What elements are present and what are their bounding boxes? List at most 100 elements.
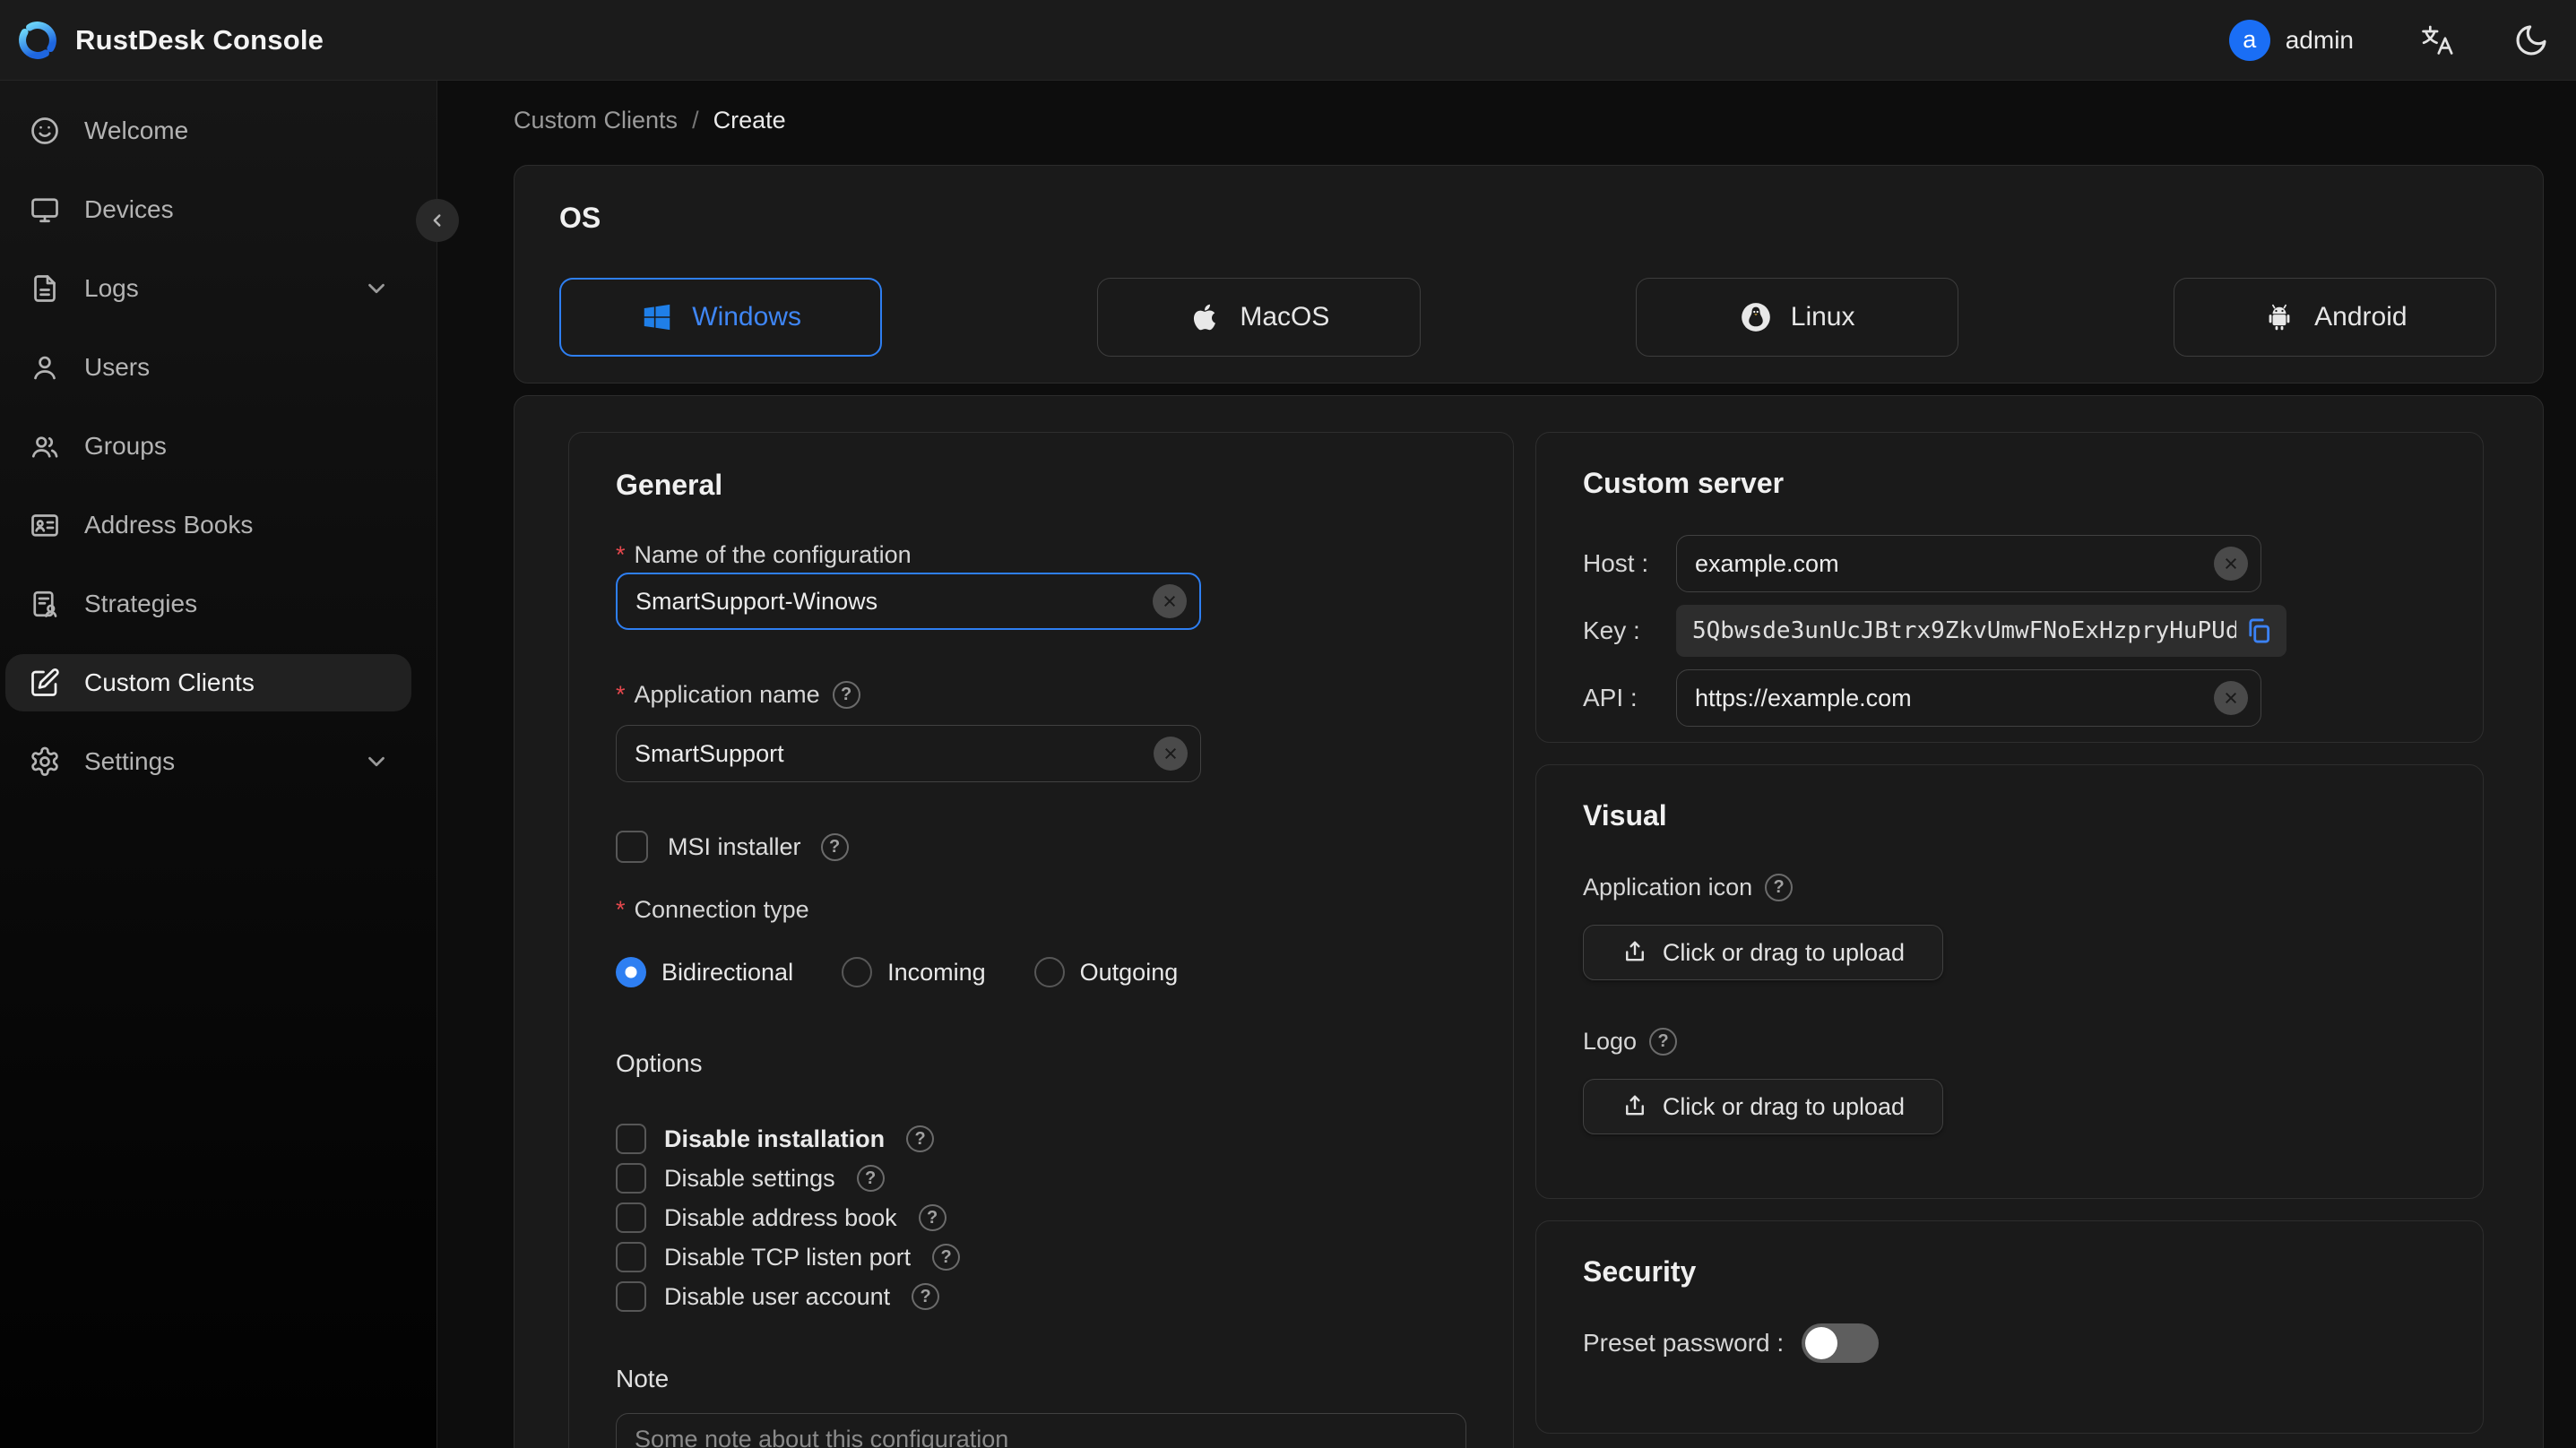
sidebar-item-strategies[interactable]: Strategies — [5, 575, 411, 633]
security-title: Security — [1583, 1255, 1697, 1288]
config-name-input[interactable]: SmartSupport-Winows × — [616, 573, 1201, 630]
os-button-macos[interactable]: MacOS — [1097, 278, 1421, 357]
sidebar-item-label: Devices — [84, 195, 174, 223]
breadcrumb-custom-clients[interactable]: Custom Clients — [514, 107, 678, 134]
sidebar-item-logs[interactable]: Logs — [5, 260, 411, 317]
checkbox[interactable] — [616, 1163, 646, 1194]
clear-icon[interactable]: × — [1153, 584, 1187, 618]
help-icon[interactable]: ? — [918, 1204, 947, 1231]
sidebar-item-label: Groups — [84, 432, 167, 460]
custom-server-title: Custom server — [1583, 467, 1785, 499]
language-icon[interactable] — [2418, 22, 2454, 58]
preset-password-toggle[interactable] — [1802, 1323, 1880, 1363]
radio-icon — [1033, 957, 1065, 987]
checkbox[interactable] — [616, 1242, 646, 1272]
os-button-linux[interactable]: Linux — [1635, 278, 1958, 357]
app-icon-upload-button[interactable]: Click or drag to upload — [1583, 925, 1943, 980]
file-text-icon — [34, 275, 56, 302]
upload-icon — [1625, 941, 1644, 961]
radio-icon — [842, 957, 873, 987]
logo-label: Logo ? — [1583, 1023, 2436, 1059]
note-label: Note — [616, 1365, 670, 1392]
required-asterisk: * — [616, 896, 626, 923]
breadcrumb: Custom Clients / Create — [514, 102, 2544, 138]
os-card: OS Windows MacOS Linux Android — [514, 165, 2544, 384]
dark-mode-icon[interactable] — [2513, 22, 2549, 58]
upload-icon — [1625, 1095, 1644, 1116]
options-list: Disable installation ? Disable settings … — [616, 1119, 1466, 1316]
breadcrumb-separator: / — [692, 106, 699, 134]
sidebar-item-label: Custom Clients — [84, 668, 255, 696]
api-label: API : — [1583, 684, 1638, 711]
checkbox[interactable] — [616, 1202, 646, 1233]
logo-upload-button[interactable]: Click or drag to upload — [1583, 1079, 1943, 1134]
help-icon[interactable]: ? — [820, 832, 849, 861]
radio-outgoing[interactable]: Outgoing — [1033, 957, 1178, 987]
options-label: Options — [616, 1049, 703, 1077]
app-name-label: * Application name ? — [616, 677, 1466, 712]
help-icon[interactable]: ? — [1765, 873, 1794, 901]
help-icon[interactable]: ? — [906, 1125, 935, 1152]
clear-icon[interactable]: × — [2214, 547, 2248, 581]
sidebar-item-users[interactable]: Users — [5, 339, 411, 396]
chevron-left-icon — [433, 214, 441, 227]
copy-icon[interactable] — [2243, 616, 2274, 646]
sidebar-item-groups[interactable]: Groups — [5, 418, 411, 475]
breadcrumb-create: Create — [713, 106, 786, 134]
sidebar-item-address-books[interactable]: Address Books — [5, 496, 411, 554]
general-title: General — [616, 469, 723, 501]
api-input[interactable]: https://example.com × — [1676, 669, 2261, 727]
chevron-down-icon — [368, 756, 385, 767]
avatar[interactable]: a — [2228, 19, 2270, 61]
clear-icon[interactable]: × — [1154, 737, 1188, 771]
option-disable-address-book: Disable address book ? — [616, 1198, 1466, 1237]
sidebar-item-label: Settings — [84, 747, 176, 775]
msi-installer-checkbox[interactable] — [616, 831, 648, 863]
visual-title: Visual — [1583, 799, 1667, 832]
rustdesk-logo-icon — [16, 19, 59, 62]
help-icon[interactable]: ? — [912, 1283, 940, 1310]
help-icon[interactable]: ? — [1649, 1027, 1678, 1056]
topbar: RustDesk Console a admin — [0, 0, 2576, 81]
android-icon — [2269, 304, 2290, 331]
radio-incoming[interactable]: Incoming — [842, 957, 986, 987]
sidebar-item-label: Strategies — [84, 590, 198, 617]
radio-icon — [616, 957, 646, 987]
windows-icon — [644, 304, 670, 331]
sidebar-item-custom-clients[interactable]: Custom Clients — [5, 654, 411, 711]
clear-icon[interactable]: × — [2214, 681, 2248, 715]
help-icon[interactable]: ? — [932, 1244, 961, 1271]
sidebar-item-settings[interactable]: Settings — [5, 733, 411, 790]
strategy-icon — [33, 590, 57, 617]
os-button-android[interactable]: Android — [2173, 278, 2496, 357]
note-textarea[interactable] — [616, 1413, 1466, 1448]
help-icon[interactable]: ? — [832, 680, 860, 709]
key-label: Key : — [1583, 616, 1640, 644]
chevron-down-icon — [368, 283, 385, 294]
username[interactable]: admin — [2286, 26, 2354, 55]
connection-type-label: * Connection type — [616, 892, 1466, 927]
apple-icon — [1194, 304, 1216, 331]
msi-installer-label: MSI installer — [668, 832, 801, 860]
msi-installer-row: MSI installer ? — [616, 829, 1466, 865]
sidebar: Welcome Devices Logs Users Groups Addres… — [0, 81, 459, 1448]
checkbox[interactable] — [616, 1124, 646, 1154]
help-icon[interactable]: ? — [856, 1165, 885, 1192]
host-input[interactable]: example.com × — [1676, 535, 2261, 592]
config-name-label: * Name of the configuration — [616, 537, 1466, 573]
gear-icon — [31, 746, 58, 776]
radio-bidirectional[interactable]: Bidirectional — [616, 957, 793, 987]
user-icon — [34, 356, 56, 380]
option-disable-settings: Disable settings ? — [616, 1159, 1466, 1198]
general-section: General * Name of the configuration Smar… — [568, 432, 1514, 1448]
security-section: Security Preset password : — [1535, 1220, 2484, 1434]
checkbox[interactable] — [616, 1281, 646, 1312]
app-name-input[interactable]: SmartSupport × — [616, 725, 1201, 782]
sidebar-item-devices[interactable]: Devices — [5, 181, 411, 238]
os-button-windows[interactable]: Windows — [559, 278, 883, 357]
sidebar-collapse-button[interactable] — [416, 199, 459, 242]
main-content: Custom Clients / Create OS Windows MacOS… — [437, 81, 2576, 1448]
host-row: Host : example.com × — [1583, 535, 2436, 592]
sidebar-item-welcome[interactable]: Welcome — [5, 102, 411, 159]
host-label: Host : — [1583, 549, 1649, 577]
